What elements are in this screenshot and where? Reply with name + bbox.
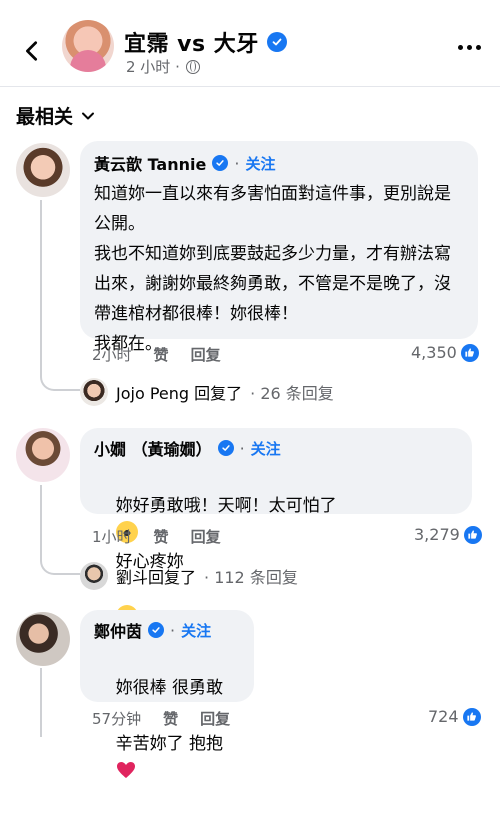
reply-author-text: 劉斗回复了 [116, 568, 197, 587]
reaction-count[interactable]: 3,279 [414, 525, 482, 544]
comment-bubble: 鄭仲茵 · 关注 妳很棒 很勇敢 辛苦妳了 抱抱 [80, 610, 254, 778]
reply-author-text: Jojo Peng 回复了 [116, 384, 243, 403]
follow-button[interactable]: 关注 [251, 438, 281, 459]
comment-actions: 2小时 赞 回复 [92, 344, 221, 365]
globe-icon [185, 59, 200, 74]
comment-actions: 1小时 赞 回复 [92, 526, 221, 547]
comment-author: 鄭仲茵 · 关注 [94, 618, 240, 642]
verified-badge-icon [217, 440, 234, 456]
chevron-left-icon [26, 41, 38, 61]
sort-label: 最相关 [16, 106, 74, 128]
view-replies-link[interactable]: Jojo Peng 回复了 · 26 条回复 [80, 378, 334, 406]
comment-time[interactable]: 2小时 [92, 344, 132, 365]
comment-author: 小嫺 （黃瑜嫺） · 关注 [94, 436, 458, 460]
reaction-count-text: 724 [428, 707, 459, 726]
follow-button[interactable]: 关注 [245, 153, 275, 174]
separator-dot: · [239, 438, 245, 458]
comment-author: 黃云歆 Tannie · 关注 [94, 151, 464, 175]
view-replies-link[interactable]: 劉斗回复了 · 112 条回复 [80, 562, 298, 590]
reaction-count[interactable]: 724 [428, 707, 481, 726]
comment-text-part: 妳很棒 很勇敢 [115, 678, 224, 698]
dot-icon [466, 44, 472, 50]
reply-button[interactable]: 回复 [200, 708, 230, 729]
commenter-avatar[interactable] [16, 428, 70, 482]
like-button[interactable]: 赞 [154, 344, 169, 365]
back-button[interactable] [14, 33, 50, 69]
red-heart-icon [116, 762, 135, 778]
like-icon [460, 343, 479, 362]
comment-author-name[interactable]: 鄭仲茵 [94, 618, 142, 642]
reply-avatar [80, 562, 108, 590]
comment-time[interactable]: 1小时 [92, 526, 132, 547]
comment-text-part: 妳好勇敢哦！天啊！太可怕了 [115, 496, 337, 516]
post-author-name[interactable]: 宜霈 vs 大牙 [124, 26, 287, 58]
like-button[interactable]: 赞 [154, 526, 169, 547]
verified-badge-icon [148, 622, 165, 638]
reaction-count-text: 3,279 [414, 525, 460, 544]
comment-time[interactable]: 57分钟 [92, 708, 141, 729]
post-timestamp: 2 小时 · [126, 56, 200, 77]
more-options-button[interactable] [452, 40, 486, 54]
post-author-avatar[interactable] [62, 20, 114, 72]
reply-count-text: · 112 条回复 [204, 568, 298, 587]
reply-thread-line [40, 668, 42, 737]
sort-dropdown[interactable]: 最相关 [16, 102, 95, 129]
dot-icon [457, 44, 463, 50]
reply-button[interactable]: 回复 [191, 526, 221, 547]
like-icon [462, 707, 481, 726]
verified-badge-icon [212, 155, 229, 171]
reply-thread-line [40, 200, 80, 391]
reply-avatar [80, 378, 108, 406]
comment-bubble: 小嫺 （黃瑜嫺） · 关注 妳好勇敢哦！天啊！太可怕了 好心疼妳 [80, 428, 472, 627]
comment-bubble: 黃云歆 Tannie · 关注 知道妳一直以來有多害怕面對這件事，更別說是公開。… [80, 141, 478, 354]
header-divider [0, 86, 500, 87]
post-title: 宜霈 vs 大牙 [124, 32, 259, 57]
reply-button[interactable]: 回复 [191, 344, 221, 365]
comment-text-part: 辛苦妳了 抱抱 [115, 734, 224, 754]
comment-author-name[interactable]: 黃云歆 Tannie [94, 151, 206, 175]
like-icon [463, 525, 482, 544]
verified-badge-icon [266, 32, 287, 52]
comment-author-name[interactable]: 小嫺 （黃瑜嫺） [94, 436, 212, 460]
chevron-down-icon [82, 112, 95, 119]
reply-thread-line [40, 485, 80, 575]
follow-button[interactable]: 关注 [181, 620, 211, 641]
reaction-count-text: 4,350 [411, 343, 457, 362]
post-time-text: 2 小时 · [126, 58, 180, 76]
dot-icon [475, 44, 481, 50]
commenter-avatar[interactable] [16, 612, 70, 666]
comment-text: 知道妳一直以來有多害怕面對這件事，更別說是公開。 我也不知道妳到底要鼓起多少力量… [94, 184, 451, 354]
reaction-count[interactable]: 4,350 [411, 343, 479, 362]
commenter-avatar[interactable] [16, 143, 70, 197]
separator-dot: · [170, 620, 176, 640]
comment-text: 妳很棒 很勇敢 辛苦妳了 抱抱 [94, 646, 240, 814]
comment-actions: 57分钟 赞 回复 [92, 708, 230, 729]
like-button[interactable]: 赞 [163, 708, 178, 729]
separator-dot: · [234, 153, 240, 173]
reply-count-text: · 26 条回复 [250, 384, 334, 403]
